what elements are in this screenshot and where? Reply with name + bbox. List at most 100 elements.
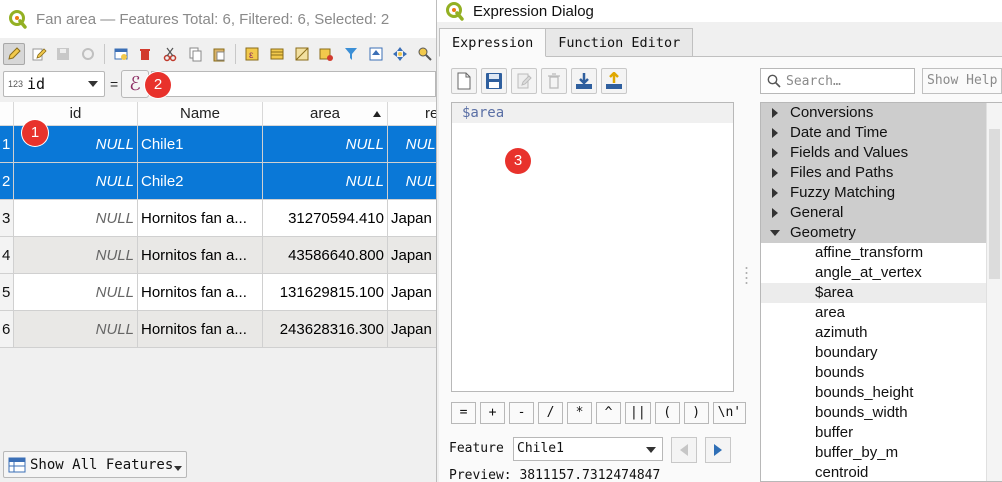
cell-area[interactable]: 243628316.300 xyxy=(263,311,388,348)
tree-function-item[interactable]: boundary xyxy=(761,343,986,363)
cell-region[interactable]: Japan xyxy=(388,200,436,237)
tree-scrollbar[interactable] xyxy=(986,103,1002,481)
table-row[interactable]: 1NULLChile1NULLNULL xyxy=(0,126,436,163)
zoom-to-selected-button[interactable] xyxy=(414,43,436,65)
splitter-handle[interactable] xyxy=(745,265,748,285)
tree-group-fields-and-values[interactable]: Fields and Values xyxy=(761,143,986,163)
chevron-right-icon[interactable] xyxy=(772,208,778,218)
cell-name[interactable]: Hornitos fan a... xyxy=(138,311,263,348)
operator-open-paren-button[interactable]: ( xyxy=(654,402,680,424)
delete-feature-button[interactable] xyxy=(135,43,157,65)
table-row[interactable]: 4 NULL Hornitos fan a... 43586640.800 Japan xyxy=(0,237,436,274)
tab-function-editor[interactable]: Function Editor xyxy=(545,28,694,56)
operator-plus-button[interactable]: + xyxy=(480,402,505,424)
operator-multiply-button[interactable]: * xyxy=(567,402,592,424)
move-selection-top-button[interactable] xyxy=(365,43,387,65)
function-search-input[interactable]: Search… xyxy=(760,68,915,94)
paste-button[interactable] xyxy=(209,43,231,65)
row-number[interactable]: 4 xyxy=(0,237,14,274)
delete-expression-button[interactable] xyxy=(541,68,567,94)
operator-equals-button[interactable]: = xyxy=(451,402,476,424)
tree-function-item[interactable]: bounds_width xyxy=(761,403,986,423)
chevron-right-icon[interactable] xyxy=(772,128,778,138)
cell-area[interactable]: 131629815.100 xyxy=(263,274,388,311)
invert-selection-button[interactable] xyxy=(291,43,313,65)
field-select[interactable]: 123 id xyxy=(3,71,105,97)
import-expression-button[interactable] xyxy=(571,68,597,94)
tree-group-files-and-paths[interactable]: Files and Paths xyxy=(761,163,986,183)
tree-function-item[interactable]: centroid xyxy=(761,463,986,481)
cell-name[interactable]: Hornitos fan a... xyxy=(138,274,263,311)
table-row[interactable]: 5 NULL Hornitos fan a... 131629815.100 Japan xyxy=(0,274,436,311)
show-features-dropdown[interactable]: Show All Features xyxy=(3,451,187,478)
cell-id[interactable]: NULL xyxy=(14,274,138,311)
tree-function-item[interactable]: angle_at_vertex xyxy=(761,263,986,283)
cut-button[interactable] xyxy=(159,43,181,65)
cell-area[interactable]: 43586640.800 xyxy=(263,237,388,274)
tree-scrollbar-thumb[interactable] xyxy=(989,129,1000,279)
operator-close-paren-button[interactable]: ) xyxy=(683,402,709,424)
select-all-button[interactable] xyxy=(266,43,288,65)
tree-group-conversions[interactable]: Conversions xyxy=(761,103,986,123)
expression-input[interactable] xyxy=(151,71,436,97)
pan-to-selected-button[interactable] xyxy=(390,43,412,65)
cell-name[interactable]: Hornitos fan a... xyxy=(138,200,263,237)
tree-group-date-and-time[interactable]: Date and Time xyxy=(761,123,986,143)
cell-id[interactable]: NULL xyxy=(14,311,138,348)
cell-name[interactable]: Chile2 xyxy=(138,163,263,200)
show-help-button[interactable]: Show Help xyxy=(922,68,1002,94)
cell-id[interactable]: NULL xyxy=(14,200,138,237)
tree-group-fuzzy-matching[interactable]: Fuzzy Matching xyxy=(761,183,986,203)
row-number[interactable]: 2 xyxy=(0,163,14,200)
tree-function-item[interactable]: bounds_height xyxy=(761,383,986,403)
tree-function-item[interactable]: buffer xyxy=(761,423,986,443)
previous-feature-button[interactable] xyxy=(671,437,697,463)
multi-edit-button[interactable] xyxy=(28,43,50,65)
feature-select[interactable]: Chile1 xyxy=(513,437,663,461)
export-expression-button[interactable] xyxy=(601,68,627,94)
column-header-area[interactable]: area xyxy=(263,102,388,126)
expression-editor[interactable]: $area xyxy=(451,102,734,392)
tree-function-item[interactable]: $area xyxy=(761,283,986,303)
cell-region[interactable]: Japan xyxy=(388,237,436,274)
chevron-right-icon[interactable] xyxy=(772,168,778,178)
tree-function-item[interactable]: affine_transform xyxy=(761,243,986,263)
row-number[interactable]: 5 xyxy=(0,274,14,311)
row-number[interactable]: 6 xyxy=(0,311,14,348)
chevron-right-icon[interactable] xyxy=(772,148,778,158)
operator-divide-button[interactable]: / xyxy=(538,402,563,424)
operator-minus-button[interactable]: - xyxy=(509,402,534,424)
tree-function-item[interactable]: buffer_by_m xyxy=(761,443,986,463)
row-number[interactable]: 1 xyxy=(0,126,14,163)
cell-area[interactable]: 31270594.410 xyxy=(263,200,388,237)
cell-region[interactable]: NULL xyxy=(388,126,436,163)
select-by-expression-button[interactable]: ε xyxy=(241,43,263,65)
next-feature-button[interactable] xyxy=(705,437,731,463)
filter-select-button[interactable] xyxy=(340,43,362,65)
cell-id[interactable]: NULL xyxy=(14,163,138,200)
cell-area[interactable]: NULL xyxy=(263,163,388,200)
chevron-down-icon[interactable] xyxy=(770,230,780,236)
save-edits-button[interactable] xyxy=(52,43,74,65)
toggle-editing-button[interactable] xyxy=(3,43,25,65)
table-row[interactable]: 2NULLChile2NULLNULL xyxy=(0,163,436,200)
row-number[interactable]: 3 xyxy=(0,200,14,237)
cell-name[interactable]: Chile1 xyxy=(138,126,263,163)
tree-group-geometry[interactable]: Geometry xyxy=(761,223,986,243)
column-header-region[interactable]: re xyxy=(388,102,436,126)
operator-concat-button[interactable]: || xyxy=(625,402,651,424)
table-row[interactable]: 3 NULL Hornitos fan a... 31270594.410 Japan xyxy=(0,200,436,237)
edit-expression-button[interactable] xyxy=(511,68,537,94)
new-expression-button[interactable] xyxy=(451,68,477,94)
tree-function-item[interactable]: bounds xyxy=(761,363,986,383)
operator-newline-button[interactable]: \n' xyxy=(712,402,747,424)
cell-region[interactable]: Japan xyxy=(388,311,436,348)
cell-region[interactable]: Japan xyxy=(388,274,436,311)
tree-function-item[interactable]: area xyxy=(761,303,986,323)
save-expression-button[interactable] xyxy=(481,68,507,94)
tab-expression[interactable]: Expression xyxy=(439,28,547,57)
tree-group-general[interactable]: General xyxy=(761,203,986,223)
chevron-right-icon[interactable] xyxy=(772,108,778,118)
deselect-all-button[interactable] xyxy=(315,43,337,65)
cell-area[interactable]: NULL xyxy=(263,126,388,163)
